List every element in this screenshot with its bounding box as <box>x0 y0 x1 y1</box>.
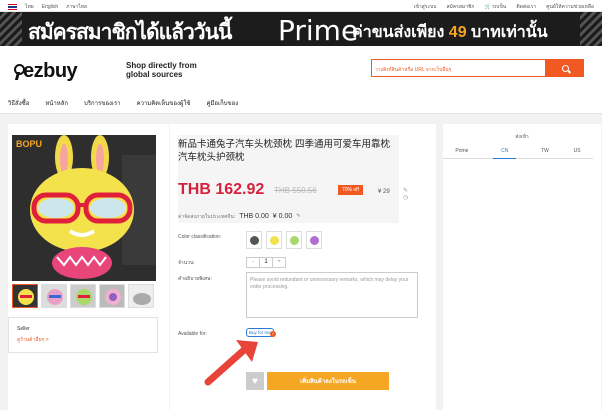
ezbuy-logo-text: ezbuy <box>23 60 78 82</box>
warehouse-tabs: Prime CN TW US <box>443 144 593 159</box>
quantity-label: จำนวน: <box>178 260 195 266</box>
cart-icon: 🛒 <box>484 4 491 10</box>
color-option[interactable] <box>246 231 262 249</box>
register-link[interactable]: สมัครสมาชิก <box>446 3 474 11</box>
tab-tw[interactable]: TW <box>541 148 549 154</box>
domestic-shipping: ค่าจัดส่งภายในประเทศจีน: THB 0.00 ¥ 0.00… <box>178 213 300 221</box>
color-option[interactable] <box>286 231 302 249</box>
banner-stripes-left <box>0 12 22 46</box>
color-option-swatch <box>309 235 319 245</box>
thumbnail[interactable] <box>12 284 38 308</box>
ship-to-label: ส่งเข้า <box>515 134 529 140</box>
product-gallery: BOPU Seller ดูร้านค้าอื่นๆ > <box>8 124 169 410</box>
quantity-stepper: - 1 + <box>246 257 286 268</box>
product-cny-price: ¥ 29 <box>378 189 390 195</box>
shipping-thb: THB 0.00 <box>239 213 269 220</box>
seller-label: Seller <box>17 326 30 332</box>
thumbnail[interactable] <box>70 284 96 308</box>
search-button[interactable] <box>546 59 584 77</box>
prime-banner[interactable]: สมัครสมาชิกได้แล้ววันนี้ Prime ค่าขนส่งเ… <box>0 12 602 46</box>
thumbnail[interactable] <box>128 284 154 308</box>
cart-label: รถเข็น <box>492 4 507 10</box>
ezbuy-logo-icon <box>13 63 25 80</box>
color-option-swatch <box>249 235 259 245</box>
main-nav: วิธีสั่งซื้อ หน้าหลัก บริการของเรา ความค… <box>0 90 602 114</box>
color-options <box>246 231 322 249</box>
nav-reviews[interactable]: ความคิดเห็นของผู้ใช้ <box>137 90 199 113</box>
tab-us[interactable]: US <box>574 148 581 154</box>
edit-price-icon[interactable]: ✎ ◷ <box>403 187 408 201</box>
shipping-label: ค่าจัดส่งภายในประเทศจีน: <box>178 214 236 220</box>
shipping-cny: ¥ 0.00 <box>272 213 293 220</box>
lang-thai-link[interactable]: ไทย <box>25 3 34 11</box>
product-summary: 新品卡通兔子汽车头枕颈枕 四季通用可爱车用靠枕汽车枕头护颈枕 THB 162.9… <box>178 135 408 223</box>
svg-text:BOPU: BOPU <box>16 139 42 149</box>
rabbit-pillow-image: BOPU <box>12 135 156 281</box>
quantity-increase-button[interactable]: + <box>273 258 285 267</box>
wishlist-heart-button[interactable]: ♥ <box>246 372 264 390</box>
search-icon <box>561 64 569 72</box>
header-tagline: Shop directly from global sources <box>126 61 197 79</box>
lang-other-link[interactable]: ภาษาไทย <box>66 3 87 11</box>
nav-home[interactable]: หน้าหลัก <box>45 90 76 113</box>
edit-shipping-icon[interactable]: ✎ <box>296 213 300 221</box>
tab-prime[interactable]: Prime <box>455 148 468 154</box>
nav-how-to-buy[interactable]: วิธีสั่งซื้อ <box>8 90 37 113</box>
cart-link[interactable]: 🛒 รถเข็น <box>484 3 506 11</box>
quantity-value[interactable]: 1 <box>259 258 273 267</box>
site-header: ezbuy Shop directly from global sources … <box>0 46 602 90</box>
nav-guide[interactable]: คู่มือเก็บของ <box>206 90 246 113</box>
thai-flag-icon <box>8 4 17 10</box>
banner-signup-text: สมัครสมาชิกได้แล้ววันนี้ <box>28 21 232 44</box>
add-to-cart-button[interactable]: เพิ่มสินค้าลงในรถเข็น <box>267 372 389 390</box>
contact-link[interactable]: ติดต่อเรา <box>516 3 536 11</box>
quantity-decrease-button[interactable]: - <box>247 258 259 267</box>
product-old-price: THB 550.56 <box>274 186 317 195</box>
banner-shipping-prefix: ค่าขนส่งเพียง <box>352 24 445 41</box>
lang-english-link[interactable]: English <box>42 4 58 10</box>
banner-prime-text: Prime <box>278 14 359 46</box>
heart-icon: ♥ <box>252 375 258 387</box>
thumbnail[interactable] <box>99 284 125 308</box>
product-title: 新品卡通兔子汽车头枕颈枕 四季通用可爱车用靠枕汽车枕头护颈枕 <box>178 139 391 163</box>
remarks-label: คำอธิบายพิเศษ: <box>178 276 212 282</box>
check-icon: ✓ <box>270 331 276 337</box>
color-option[interactable] <box>266 231 282 249</box>
available-for-label: Available for: <box>178 331 207 337</box>
color-option[interactable] <box>306 231 322 249</box>
color-option-swatch <box>269 235 279 245</box>
thumbnail-strip <box>12 284 154 308</box>
thumbnail[interactable] <box>41 284 67 308</box>
search-input[interactable]: วางลิงก์สินค้าหรือ URL จากเว็บอื่นๆ <box>371 59 546 77</box>
top-utility-bar: ไทย English ภาษาไทย เข้าสู่ระบบ สมัครสมา… <box>0 0 602 12</box>
seller-link[interactable]: ดูร้านค้าอื่นๆ > <box>17 336 49 344</box>
help-link[interactable]: ศูนย์ให้ความช่วยเหลือ <box>546 3 594 11</box>
color-label: Color classification: <box>178 234 222 240</box>
seller-box: Seller ดูร้านค้าอื่นๆ > <box>8 317 158 353</box>
tab-cn[interactable]: CN <box>493 148 517 159</box>
nav-services[interactable]: บริการของเรา <box>84 90 129 113</box>
discount-badge: 70% off <box>338 185 363 195</box>
banner-shipping-suffix: บาทเท่านั้น <box>471 24 548 41</box>
login-link[interactable]: เข้าสู่ระบบ <box>414 3 437 11</box>
color-option-swatch <box>289 235 299 245</box>
banner-stripes-right <box>580 12 602 46</box>
banner-price-number: 49 <box>448 24 467 41</box>
product-detail: 新品卡通兔子汽车头枕颈枕 四季通用可爱车用靠枕汽车枕头护颈枕 THB 162.9… <box>170 124 436 410</box>
banner-shipping-text: ค่าขนส่งเพียง 49 บาทเท่านั้น <box>352 20 548 45</box>
product-main-image[interactable]: BOPU <box>12 135 156 281</box>
ezbuy-logo[interactable]: ezbuy <box>13 60 78 83</box>
ship-to-panel: ส่งเข้า Prime CN TW US <box>443 124 601 410</box>
product-price: THB 162.92 <box>178 181 265 198</box>
remarks-textarea[interactable]: Please avoid redundant or unnecessary re… <box>246 272 418 318</box>
